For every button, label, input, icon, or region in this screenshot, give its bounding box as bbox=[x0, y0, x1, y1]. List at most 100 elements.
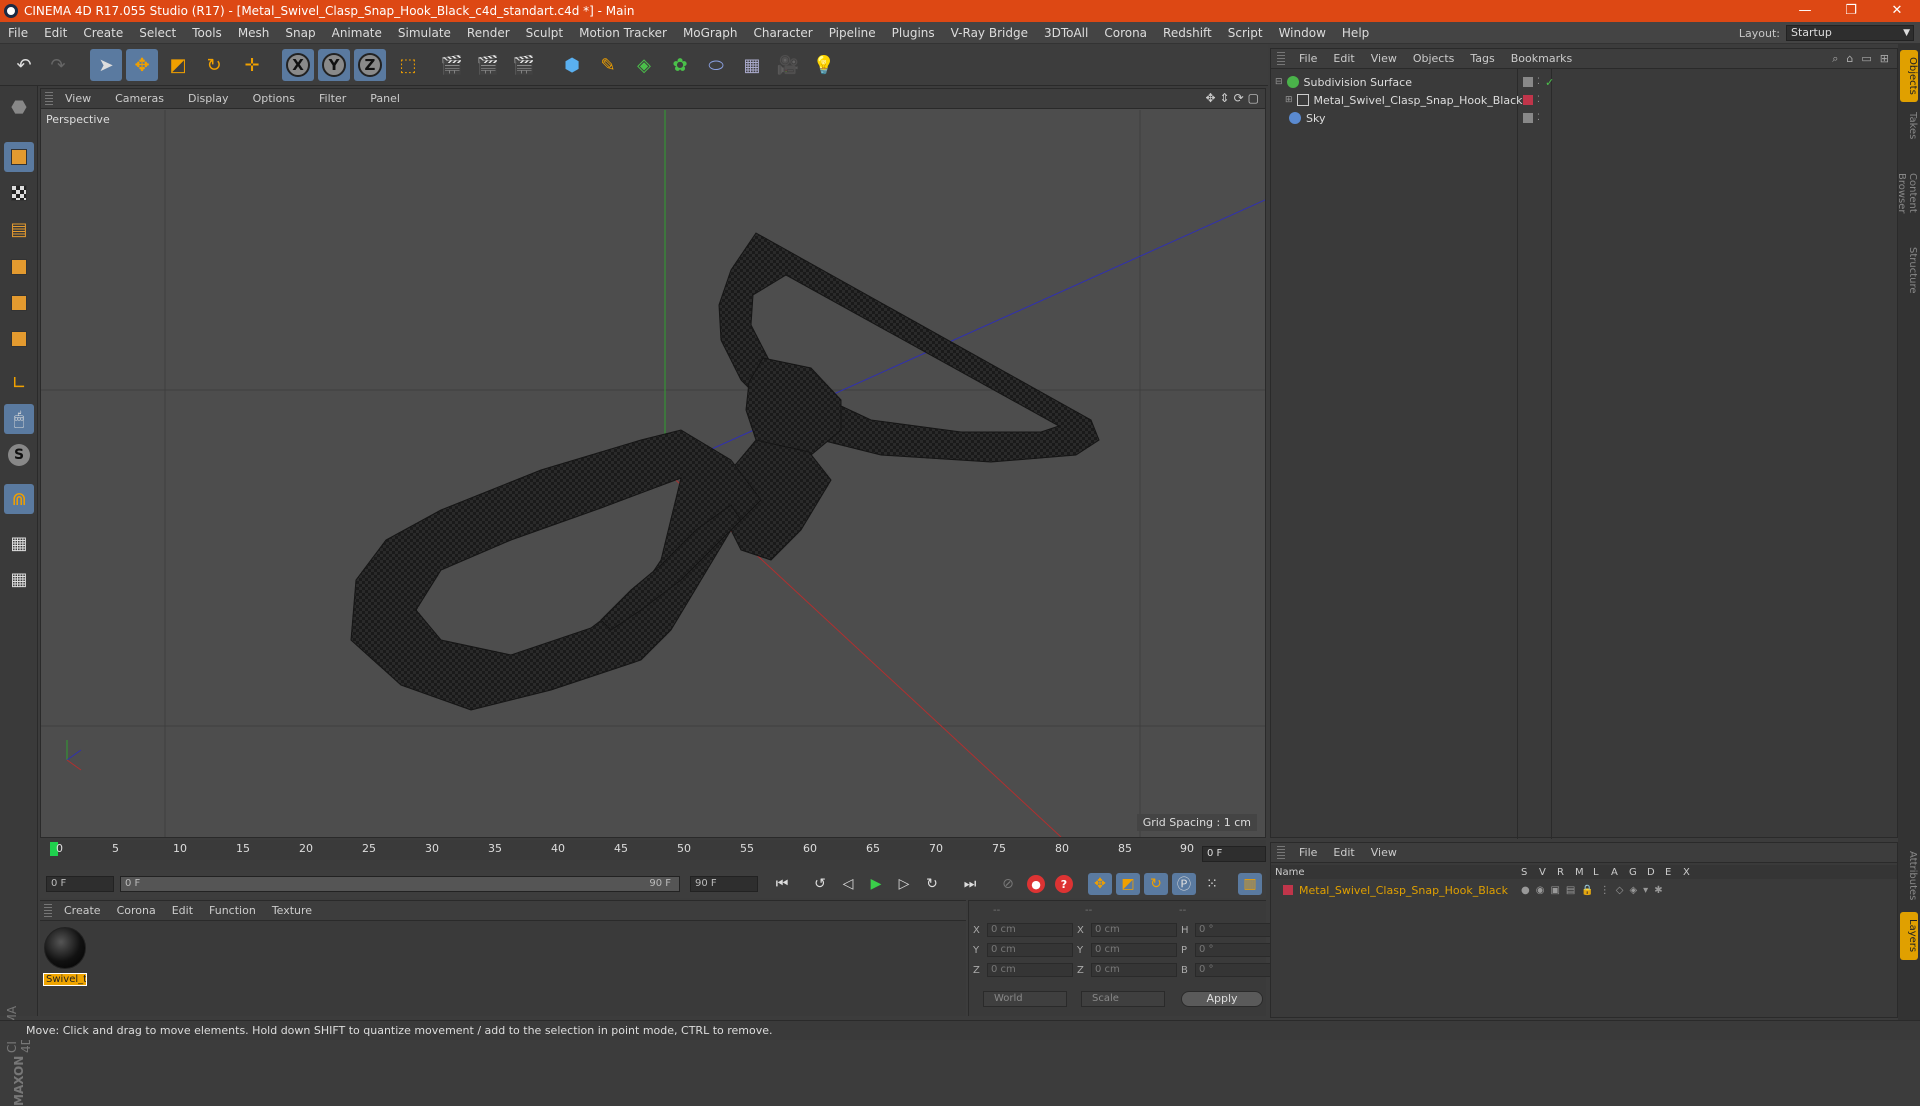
objects-menu-file[interactable]: File bbox=[1291, 52, 1325, 65]
col-xref[interactable]: X bbox=[1683, 867, 1690, 878]
keyframe-selection-button[interactable]: ? bbox=[1052, 873, 1076, 895]
material-preview-swatch[interactable] bbox=[44, 927, 86, 969]
lock-workplane-button[interactable]: ▦ bbox=[4, 528, 34, 558]
menu-tools[interactable]: Tools bbox=[184, 26, 230, 40]
visibility-dots-icon[interactable]: ⁚ bbox=[1537, 95, 1540, 105]
position-z-field[interactable]: 0 cm bbox=[987, 963, 1073, 977]
material-name-label[interactable]: Swivel_t bbox=[43, 973, 87, 986]
tab-attributes[interactable]: Attributes bbox=[1900, 844, 1918, 908]
menu-snap[interactable]: Snap bbox=[277, 26, 323, 40]
menu-render[interactable]: Render bbox=[459, 26, 518, 40]
material-menu-edit[interactable]: Edit bbox=[164, 904, 201, 917]
menu-mograph[interactable]: MoGraph bbox=[675, 26, 746, 40]
col-expressions[interactable]: E bbox=[1665, 867, 1671, 878]
menu-sculpt[interactable]: Sculpt bbox=[518, 26, 571, 40]
add-cube-button[interactable]: ⬢ bbox=[556, 49, 588, 81]
rotate-view-icon[interactable]: ⟳ bbox=[1234, 91, 1244, 105]
snap-hook-model[interactable] bbox=[350, 232, 1100, 711]
object-row-hook[interactable]: ⊞ Metal_Swivel_Clasp_Snap_Hook_Black ⁚ bbox=[1271, 91, 1897, 109]
viewport-menu-options[interactable]: Options bbox=[241, 92, 307, 105]
pan-view-icon[interactable]: ✥ bbox=[1205, 91, 1215, 105]
previous-frame-button[interactable]: ◁ bbox=[836, 873, 860, 895]
layers-menu-edit[interactable]: Edit bbox=[1325, 846, 1362, 859]
render-to-picture-viewer-button[interactable]: 🎬 bbox=[472, 49, 504, 81]
workplane-align-button[interactable]: ▦ bbox=[4, 564, 34, 594]
tab-layers[interactable]: Layers bbox=[1900, 912, 1918, 960]
viewport-menu-display[interactable]: Display bbox=[176, 92, 241, 105]
start-frame-field[interactable]: 0 F bbox=[46, 876, 114, 892]
col-name[interactable]: Name bbox=[1275, 867, 1305, 878]
polygons-mode-button[interactable] bbox=[4, 324, 34, 354]
perspective-viewport[interactable]: View Cameras Display Options Filter Pane… bbox=[40, 88, 1266, 838]
menu-simulate[interactable]: Simulate bbox=[390, 26, 459, 40]
rotation-h-field[interactable]: 0 ° bbox=[1195, 923, 1271, 937]
layer-name[interactable]: Metal_Swivel_Clasp_Snap_Hook_Black bbox=[1299, 884, 1508, 897]
object-row-subdivision[interactable]: ⊟ Subdivision Surface ⁚ ✓ bbox=[1271, 73, 1897, 91]
add-generator-button[interactable]: ◈ bbox=[628, 49, 660, 81]
end-frame-field[interactable]: 90 F bbox=[690, 876, 758, 892]
rotation-p-field[interactable]: 0 ° bbox=[1195, 943, 1271, 957]
col-generators[interactable]: G bbox=[1629, 867, 1637, 878]
add-camera-button[interactable]: 🎥 bbox=[772, 49, 804, 81]
key-position-button[interactable]: ✥ bbox=[1088, 873, 1112, 895]
editor-visibility-icon[interactable] bbox=[1523, 77, 1533, 87]
timeline-window-button[interactable]: ▥ bbox=[1238, 873, 1262, 895]
model-mode-button[interactable] bbox=[4, 142, 34, 172]
go-to-end-button[interactable]: ⏭ bbox=[958, 873, 982, 895]
col-view[interactable]: V bbox=[1539, 867, 1546, 878]
timeline-ruler[interactable]: 0 5 10 15 20 25 30 35 40 45 50 55 60 65 … bbox=[40, 840, 1266, 860]
render-settings-button[interactable]: 🎬 bbox=[508, 49, 540, 81]
coordinate-space-select[interactable]: World bbox=[983, 991, 1067, 1007]
autokeying-button[interactable]: ● bbox=[1024, 873, 1048, 895]
menu-file[interactable]: File bbox=[0, 26, 36, 40]
collapse-icon[interactable]: ⊟ bbox=[1275, 77, 1283, 87]
key-rotation-button[interactable]: ↻ bbox=[1144, 873, 1168, 895]
menu-select[interactable]: Select bbox=[131, 26, 184, 40]
add-light-button[interactable]: 💡 bbox=[808, 49, 840, 81]
z-axis-lock-button[interactable]: Z bbox=[354, 49, 386, 81]
layer-row[interactable]: Metal_Swivel_Clasp_Snap_Hook_Black ●◉▣▤🔒… bbox=[1271, 881, 1897, 899]
layer-color-swatch[interactable] bbox=[1523, 95, 1533, 105]
menu-animate[interactable]: Animate bbox=[324, 26, 390, 40]
tab-takes[interactable]: Takes bbox=[1900, 106, 1918, 146]
menu-3dtoall[interactable]: 3DToAll bbox=[1036, 26, 1096, 40]
menu-character[interactable]: Character bbox=[745, 26, 820, 40]
menu-edit[interactable]: Edit bbox=[36, 26, 75, 40]
viewport-menu-panel[interactable]: Panel bbox=[358, 92, 412, 105]
redo-button[interactable]: ↷ bbox=[42, 49, 74, 81]
restore-button[interactable]: ❐ bbox=[1828, 0, 1874, 22]
key-pla-button[interactable]: ⁙ bbox=[1200, 873, 1224, 895]
render-view-button[interactable]: 🎬 bbox=[436, 49, 468, 81]
new-window-icon[interactable]: ▭ bbox=[1861, 52, 1871, 66]
make-editable-button[interactable]: ⬣ bbox=[4, 92, 34, 122]
objects-menu-tags[interactable]: Tags bbox=[1462, 52, 1502, 65]
size-y-field[interactable]: 0 cm bbox=[1091, 943, 1177, 957]
viewport-scene[interactable] bbox=[41, 110, 1265, 837]
previous-key-button[interactable]: ↺ bbox=[808, 873, 832, 895]
viewport-menu-cameras[interactable]: Cameras bbox=[103, 92, 176, 105]
tweak-mode-button[interactable]: 🖱 bbox=[4, 404, 34, 434]
size-x-field[interactable]: 0 cm bbox=[1091, 923, 1177, 937]
zoom-view-icon[interactable]: ⇕ bbox=[1220, 91, 1230, 105]
layers-menu-view[interactable]: View bbox=[1363, 846, 1405, 859]
current-frame-field[interactable]: 0 F bbox=[1202, 846, 1266, 862]
objects-menu-edit[interactable]: Edit bbox=[1325, 52, 1362, 65]
layers-menu-file[interactable]: File bbox=[1291, 846, 1325, 859]
undo-button[interactable]: ↶ bbox=[8, 49, 40, 81]
material-menu-function[interactable]: Function bbox=[201, 904, 264, 917]
viewport-menu-view[interactable]: View bbox=[53, 92, 103, 105]
add-spline-button[interactable]: ✎ bbox=[592, 49, 624, 81]
recent-tool[interactable]: ✛ bbox=[236, 49, 268, 81]
menu-pipeline[interactable]: Pipeline bbox=[821, 26, 884, 40]
next-key-button[interactable]: ↻ bbox=[920, 873, 944, 895]
menu-help[interactable]: Help bbox=[1334, 26, 1377, 40]
editor-visibility-icon[interactable] bbox=[1523, 113, 1533, 123]
home-icon[interactable]: ⌂ bbox=[1846, 52, 1853, 66]
texture-mode-button[interactable] bbox=[4, 178, 34, 208]
magnet-button[interactable]: ⋒ bbox=[4, 484, 34, 514]
viewport-menu-filter[interactable]: Filter bbox=[307, 92, 358, 105]
frame-range-slider[interactable]: 0 F 90 F bbox=[120, 876, 680, 892]
add-floor-button[interactable]: ▦ bbox=[736, 49, 768, 81]
menu-window[interactable]: Window bbox=[1271, 26, 1334, 40]
position-y-field[interactable]: 0 cm bbox=[987, 943, 1073, 957]
